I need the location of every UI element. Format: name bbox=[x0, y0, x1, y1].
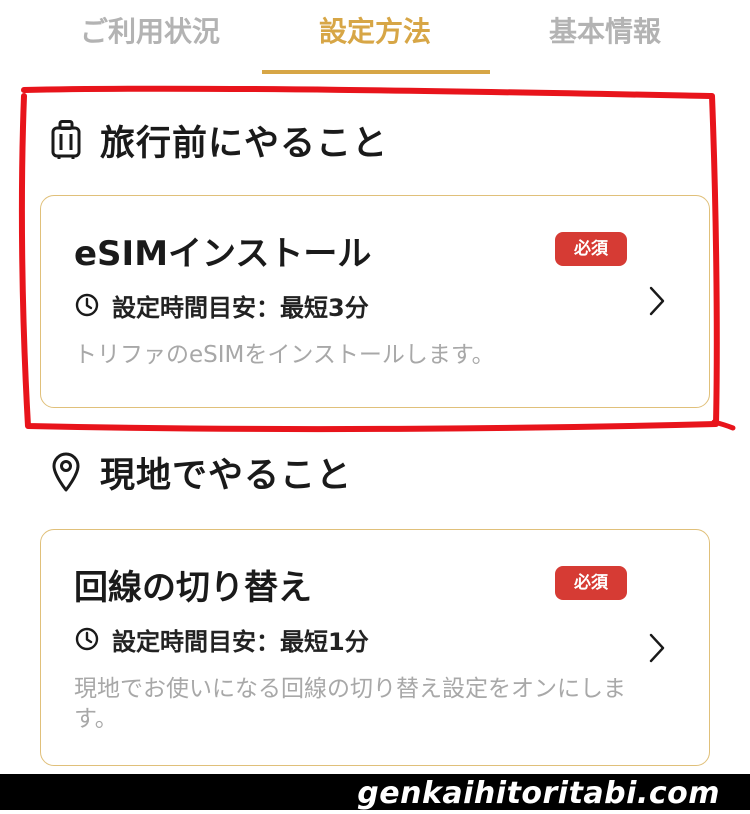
required-badge: 必須 bbox=[555, 232, 627, 266]
setup-time-text: 設定時間目安：最短3分 bbox=[112, 293, 369, 322]
location-pin-icon bbox=[48, 451, 84, 493]
line-switch-card[interactable]: 回線の切り替え 必須 設定時間目安：最短1分 現地でお使いになる回線の切り替え設… bbox=[40, 529, 710, 766]
chevron-right-icon bbox=[645, 630, 669, 666]
clock-icon bbox=[74, 626, 100, 652]
setup-time-text: 設定時間目安：最短1分 bbox=[112, 627, 369, 656]
section-title: 現地でやること bbox=[100, 455, 353, 496]
tab-bar: ご利用状況 設定方法 基本情報 bbox=[0, 0, 750, 76]
section-heading-at-destination: 現地でやること bbox=[48, 448, 352, 496]
watermark-bar: genkaihitoritabi.com bbox=[0, 774, 750, 811]
tab-basic-info[interactable]: 基本情報 bbox=[495, 10, 715, 54]
tab-setup-method[interactable]: 設定方法 bbox=[262, 10, 488, 54]
card-title: 回線の切り替え bbox=[74, 568, 312, 608]
tab-usage-status[interactable]: ご利用状況 bbox=[40, 10, 260, 54]
section-title: 旅行前にやること bbox=[100, 123, 389, 164]
chevron-right-icon bbox=[645, 283, 669, 319]
card-description: トリファのeSIMをインストールします。 bbox=[74, 342, 495, 368]
setup-time: 設定時間目安：最短3分 bbox=[74, 288, 369, 322]
clock-icon bbox=[74, 292, 100, 318]
active-tab-indicator bbox=[262, 70, 490, 74]
section-heading-before-trip: 旅行前にやること bbox=[48, 116, 388, 164]
suitcase-icon bbox=[48, 119, 84, 161]
watermark: genkaihitoritabi.com bbox=[357, 776, 720, 811]
card-title: eSIMインストール bbox=[74, 234, 372, 274]
card-description: 現地でお使いになる回線の切り替え設定をオンにします。 bbox=[74, 676, 626, 732]
required-badge: 必須 bbox=[555, 566, 627, 600]
esim-install-card[interactable]: eSIMインストール 必須 設定時間目安：最短3分 トリファのeSIMをインスト… bbox=[40, 195, 710, 408]
setup-time: 設定時間目安：最短1分 bbox=[74, 622, 369, 656]
